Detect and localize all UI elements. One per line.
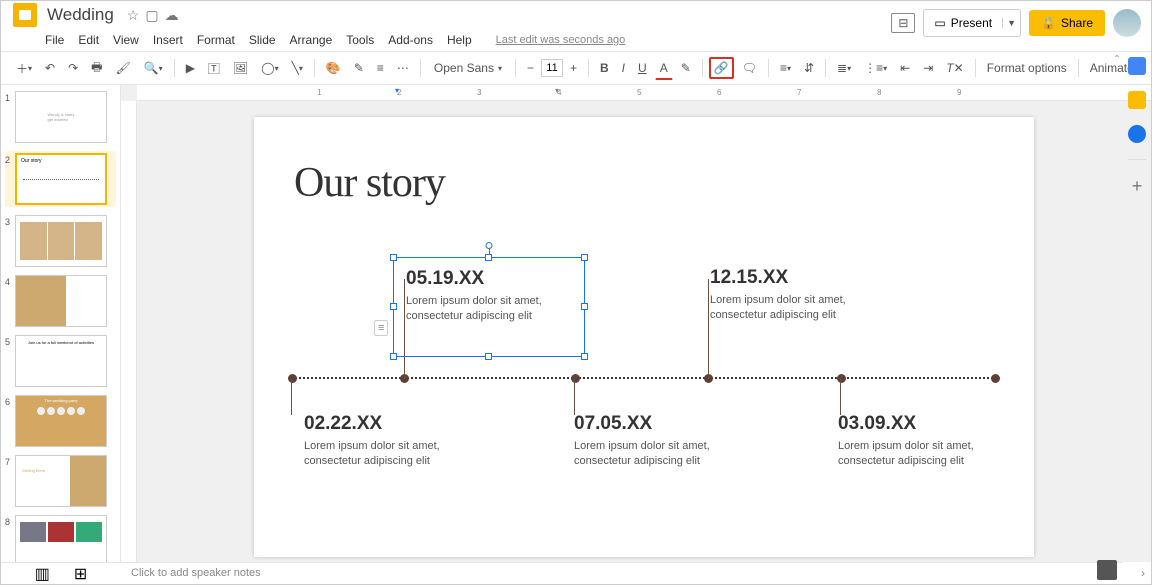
format-options-button[interactable]: Format options: [982, 57, 1072, 79]
timeline-date-2[interactable]: 12.15.XX: [710, 267, 890, 289]
account-avatar[interactable]: [1113, 9, 1141, 37]
rotate-handle[interactable]: [486, 242, 493, 249]
redo-button[interactable]: ↷: [63, 57, 83, 79]
move-icon[interactable]: ▢: [145, 7, 158, 24]
underline-button[interactable]: U: [633, 57, 652, 79]
timeline-text-3[interactable]: Lorem ipsum dolor sit amet, consectetur …: [304, 439, 484, 469]
speaker-notes[interactable]: Click to add speaker notes: [121, 562, 1123, 584]
vertical-ruler: [121, 101, 137, 562]
explore-button[interactable]: [1097, 560, 1117, 580]
collapse-toolbar-icon[interactable]: ˆ: [1115, 53, 1119, 67]
timeline-date-3[interactable]: 02.22.XX: [304, 413, 484, 435]
increase-indent-button[interactable]: ⇥: [918, 57, 938, 79]
menu-help[interactable]: Help: [447, 33, 472, 47]
comments-icon[interactable]: ⊟: [891, 13, 915, 33]
timeline-text-1[interactable]: Lorem ipsum dolor sit amet, consectetur …: [406, 294, 584, 324]
present-button[interactable]: ▭ Present ▼: [923, 9, 1021, 37]
menu-arrange[interactable]: Arrange: [290, 33, 333, 47]
timeline-date-1[interactable]: 05.19.XX: [406, 268, 584, 290]
border-dash-button[interactable]: ⋯: [392, 57, 414, 79]
lock-icon: 🔒: [1041, 16, 1056, 30]
timeline-date-4[interactable]: 07.05.XX: [574, 413, 754, 435]
border-weight-button[interactable]: ≡: [372, 57, 389, 79]
line-spacing-button[interactable]: ⇵: [799, 57, 819, 79]
italic-button[interactable]: I: [617, 57, 630, 79]
bulleted-list-button[interactable]: ⋮≡▾: [859, 57, 892, 79]
menu-tools[interactable]: Tools: [346, 33, 374, 47]
undo-button[interactable]: ↶: [40, 57, 60, 79]
slide-title[interactable]: Our story: [294, 159, 445, 207]
present-dropdown-icon[interactable]: ▼: [1002, 18, 1020, 28]
autofit-icon[interactable]: ≡: [374, 320, 388, 336]
highlight-button[interactable]: ✎: [676, 57, 696, 79]
present-label: Present: [951, 16, 992, 30]
align-button[interactable]: ≡▾: [775, 57, 796, 79]
decrease-indent-button[interactable]: ⇤: [895, 57, 915, 79]
clear-format-button[interactable]: T✕: [941, 57, 968, 79]
thumbnail-8[interactable]: 8: [5, 515, 116, 562]
print-button[interactable]: 🖶: [86, 54, 107, 83]
ruler-right-indicator[interactable]: ▾: [555, 86, 565, 96]
expand-sidepanel-icon[interactable]: ›: [1141, 566, 1145, 580]
shape-tool[interactable]: ◯▾: [256, 57, 283, 79]
thumbnail-4[interactable]: 4: [5, 275, 116, 327]
horizontal-ruler: 1 2 ▾ 3 4 ▾ 5 6 7 8 9: [137, 85, 1151, 101]
share-button[interactable]: 🔒 Share: [1029, 10, 1105, 36]
thumbnail-1[interactable]: 1Wendy & Harryget married: [5, 91, 116, 143]
doc-title[interactable]: Wedding: [47, 5, 114, 25]
border-color-button[interactable]: ✎: [349, 57, 369, 79]
timeline-text-4[interactable]: Lorem ipsum dolor sit amet, consectetur …: [574, 439, 754, 469]
menu-edit[interactable]: Edit: [78, 33, 99, 47]
menu-view[interactable]: View: [113, 33, 139, 47]
keep-icon[interactable]: [1128, 91, 1146, 109]
text-color-button[interactable]: A: [655, 57, 673, 80]
line-tool[interactable]: ╲▾: [287, 57, 308, 79]
timeline-date-5[interactable]: 03.09.XX: [838, 413, 1018, 435]
filmstrip-view-icon[interactable]: ▥: [35, 564, 50, 584]
menu-file[interactable]: File: [45, 33, 64, 47]
filmstrip: 1Wendy & Harryget married 2 3 4 5Join us…: [1, 85, 121, 562]
decrease-font-button[interactable]: −: [522, 57, 539, 79]
selected-textbox[interactable]: ≡ 05.19.XX Lorem ipsum dolor sit amet, c…: [393, 257, 585, 357]
cloud-icon[interactable]: ☁: [165, 7, 179, 24]
font-select[interactable]: Open Sans ▾: [427, 58, 509, 78]
timeline-text-5[interactable]: Lorem ipsum dolor sit amet, consectetur …: [838, 439, 1018, 469]
share-label: Share: [1061, 16, 1093, 30]
slides-logo-icon[interactable]: [13, 3, 37, 27]
grid-view-icon[interactable]: ⊞: [74, 564, 87, 584]
bold-button[interactable]: B: [595, 57, 614, 79]
font-size-input[interactable]: [541, 59, 563, 77]
tasks-icon[interactable]: [1128, 125, 1146, 143]
menu-slide[interactable]: Slide: [249, 33, 276, 47]
thumbnail-5[interactable]: 5Join us for a full weekend of activitie…: [5, 335, 116, 387]
thumbnail-6[interactable]: 6The wedding party: [5, 395, 116, 447]
star-icon[interactable]: ☆: [127, 7, 140, 24]
textbox-tool[interactable]: 🅃: [203, 56, 225, 81]
numbered-list-button[interactable]: ≣▾: [832, 57, 856, 79]
thumbnail-7[interactable]: 7Getting there: [5, 455, 116, 507]
insert-link-button[interactable]: 🔗: [709, 57, 734, 79]
insert-comment-button[interactable]: 🗨: [737, 57, 762, 79]
fill-color-button[interactable]: 🎨: [321, 57, 346, 79]
addons-plus-icon[interactable]: +: [1132, 176, 1143, 197]
thumbnail-2[interactable]: 2: [5, 151, 116, 207]
menu-format[interactable]: Format: [197, 33, 235, 47]
select-tool[interactable]: ▶: [181, 57, 200, 79]
thumbnail-3[interactable]: 3: [5, 215, 116, 267]
calendar-icon[interactable]: [1128, 57, 1146, 75]
menu-insert[interactable]: Insert: [153, 33, 183, 47]
image-tool[interactable]: 🖼: [228, 57, 253, 79]
new-slide-button[interactable]: ＋▾: [11, 56, 37, 81]
increase-font-button[interactable]: +: [565, 57, 582, 79]
present-icon: ▭: [934, 16, 945, 30]
timeline-line: [292, 377, 996, 379]
edit-status[interactable]: Last edit was seconds ago: [496, 34, 626, 46]
menu-addons[interactable]: Add-ons: [388, 33, 433, 47]
zoom-button[interactable]: 🔍▾: [139, 57, 168, 79]
paint-format-button[interactable]: 🖌: [110, 57, 135, 79]
timeline-text-2[interactable]: Lorem ipsum dolor sit amet, consectetur …: [710, 293, 890, 323]
ruler-left-indicator[interactable]: ▾: [395, 86, 405, 96]
slide-canvas[interactable]: Our story: [254, 117, 1034, 557]
